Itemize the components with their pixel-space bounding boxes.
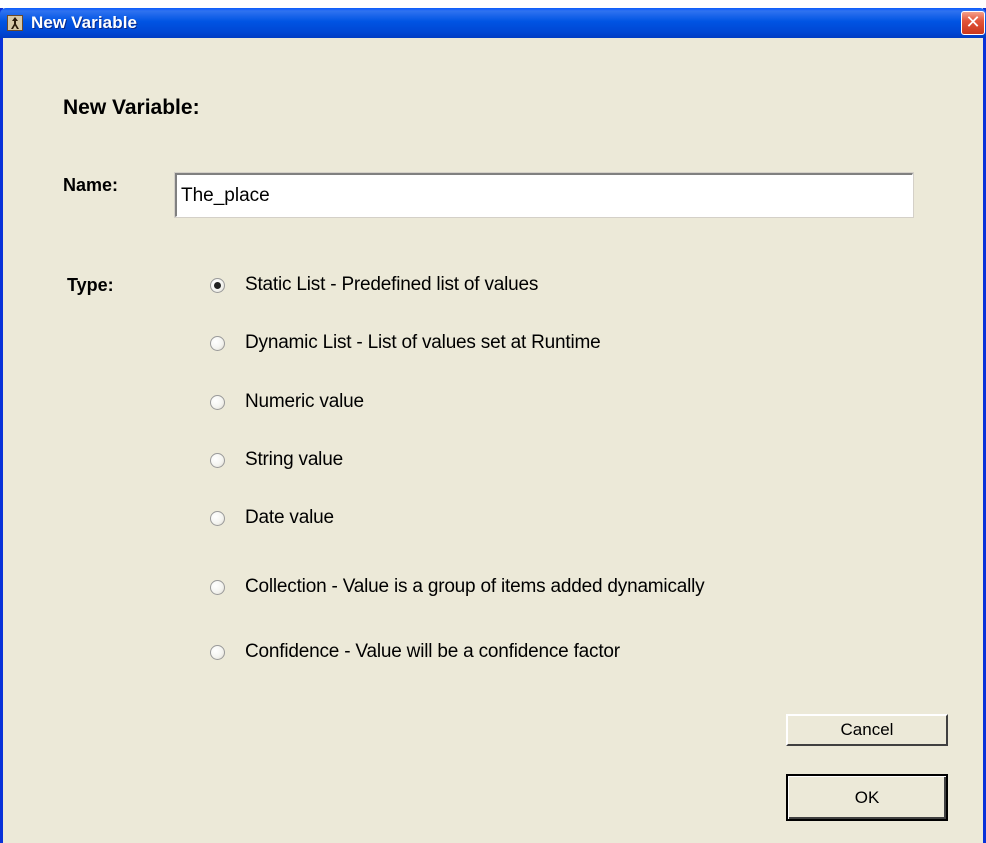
- type-option-label: Static List - Predefined list of values: [245, 274, 539, 295]
- type-option-label: String value: [245, 449, 343, 470]
- radio-button[interactable]: [210, 644, 225, 660]
- dialog-heading: New Variable:: [63, 96, 200, 119]
- close-button[interactable]: ✕: [961, 11, 985, 35]
- radio-button[interactable]: [210, 510, 225, 526]
- title-bar[interactable]: New Variable ✕: [0, 8, 986, 38]
- type-option-label: Numeric value: [245, 391, 364, 412]
- window-title: New Variable: [31, 13, 138, 32]
- new-variable-dialog: New Variable ✕ New Variable: Name: Type:…: [0, 8, 986, 843]
- close-icon: ✕: [965, 12, 981, 32]
- type-option-collection[interactable]: Collection - Value is a group of items a…: [210, 574, 705, 600]
- type-option-dynamic-list[interactable]: Dynamic List - List of values set at Run…: [210, 330, 601, 356]
- ok-button[interactable]: OK: [786, 774, 948, 821]
- radio-button[interactable]: [210, 394, 225, 410]
- type-option-label: Dynamic List - List of values set at Run…: [245, 332, 601, 353]
- type-option-confidence[interactable]: Confidence - Value will be a confidence …: [210, 639, 620, 665]
- name-input[interactable]: [174, 172, 914, 218]
- app-icon: [7, 15, 23, 31]
- radio-button[interactable]: [210, 452, 225, 468]
- radio-button-selected[interactable]: [210, 277, 225, 293]
- cancel-button[interactable]: Cancel: [786, 714, 948, 746]
- type-label: Type:: [67, 275, 114, 295]
- radio-button[interactable]: [210, 579, 225, 595]
- type-option-label: Date value: [245, 507, 334, 528]
- radio-button[interactable]: [210, 335, 225, 351]
- type-option-label: Collection - Value is a group of items a…: [245, 576, 705, 597]
- type-option-label: Confidence - Value will be a confidence …: [245, 641, 620, 662]
- type-option-static-list[interactable]: Static List - Predefined list of values: [210, 272, 538, 298]
- type-option-string[interactable]: String value: [210, 447, 343, 473]
- name-label: Name:: [63, 175, 119, 195]
- type-option-numeric[interactable]: Numeric value: [210, 389, 364, 415]
- type-option-date[interactable]: Date value: [210, 505, 334, 531]
